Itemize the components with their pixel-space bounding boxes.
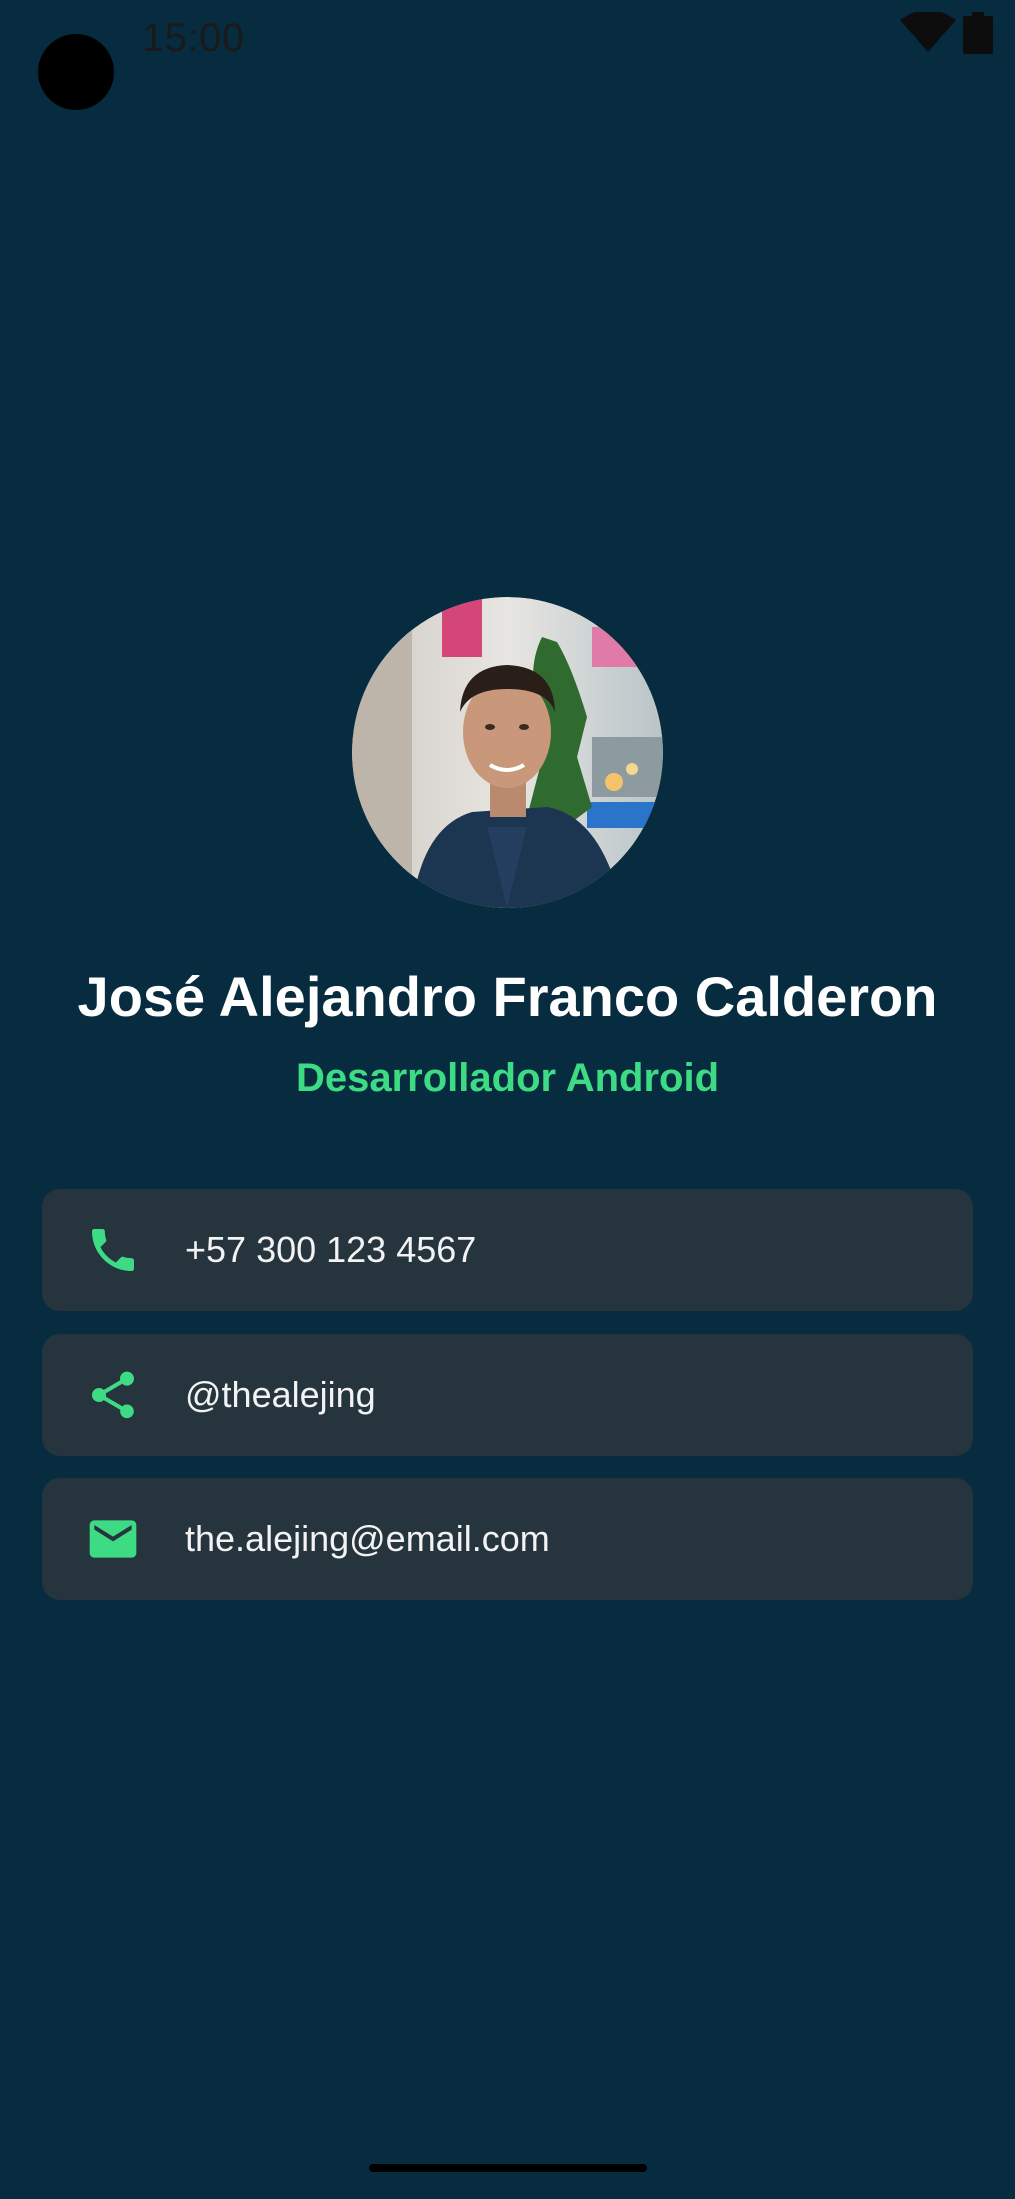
- camera-cutout: [38, 34, 114, 110]
- contact-card-email[interactable]: the.alejing@email.com: [42, 1478, 973, 1600]
- wifi-icon: [900, 12, 956, 52]
- email-icon: [85, 1511, 141, 1567]
- battery-icon: [963, 12, 993, 54]
- contact-card-phone[interactable]: +57 300 123 4567: [42, 1189, 973, 1311]
- contact-email-value: the.alejing@email.com: [185, 1518, 550, 1559]
- contact-social-value: @thealejing: [185, 1374, 376, 1415]
- phone-icon: [85, 1222, 141, 1278]
- profile-photo: [352, 597, 663, 908]
- status-bar: 15:00: [0, 0, 1015, 110]
- contact-card-social[interactable]: @thealejing: [42, 1334, 973, 1456]
- share-icon: [85, 1367, 141, 1423]
- home-gesture-bar[interactable]: [369, 2164, 647, 2172]
- status-clock: 15:00: [142, 16, 245, 60]
- contact-phone-value: +57 300 123 4567: [185, 1229, 477, 1270]
- profile-name: José Alejandro Franco Calderon: [77, 965, 938, 1028]
- profile-header: José Alejandro Franco Calderon Desarroll…: [0, 597, 1015, 1101]
- profile-role: Desarrollador Android: [295, 1055, 720, 1100]
